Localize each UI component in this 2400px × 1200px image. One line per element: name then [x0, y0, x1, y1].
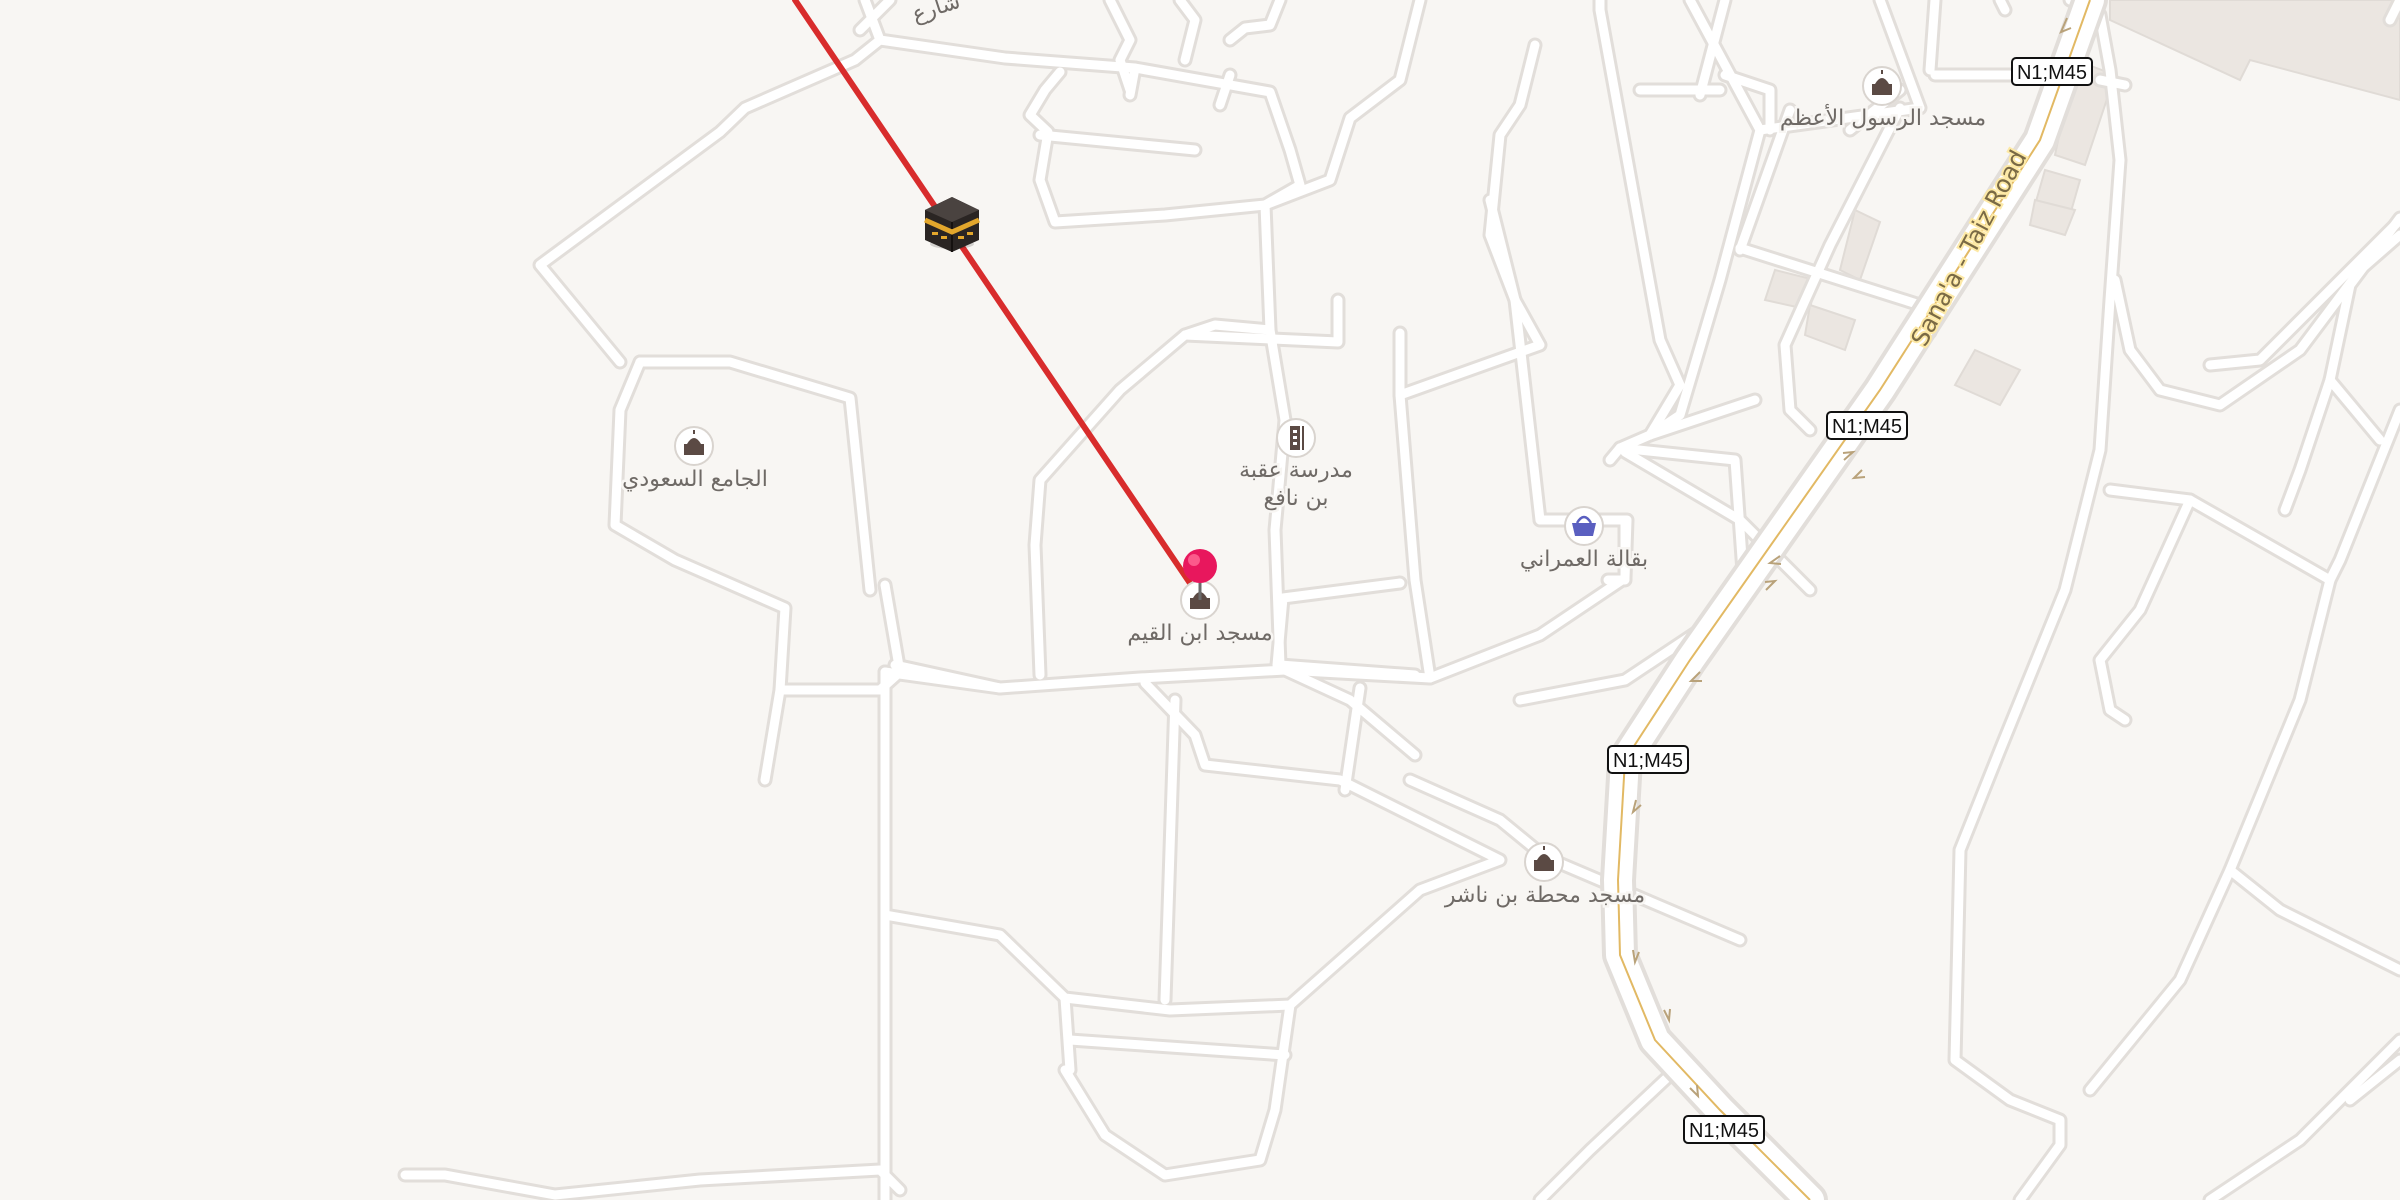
road-shield-1: N1;M45	[2011, 57, 2093, 86]
poi-label: مسجد الرسول الأعظم	[1780, 104, 1986, 131]
road-shield-2: N1;M45	[1826, 411, 1908, 440]
poi-label: مسجد محطة بن ناشر	[1444, 883, 1645, 908]
poi-label-line-1: مدرسة عقبة	[1239, 458, 1353, 483]
road-shield-text: N1;M45	[1613, 750, 1683, 772]
map-svg[interactable]: Sana'a - Taiz Road N1;M45 N1;M45 N1;M45 …	[0, 0, 2400, 1200]
poi-label: مسجد ابن القيم	[1127, 621, 1272, 646]
road-shield-text: N1;M45	[2017, 62, 2087, 84]
road-shield-4: N1;M45	[1683, 1115, 1765, 1144]
map-canvas[interactable]: Sana'a - Taiz Road N1;M45 N1;M45 N1;M45 …	[0, 0, 2400, 1200]
road-shield-3: N1;M45	[1607, 745, 1689, 774]
poi-label-line-2: بن نافع	[1264, 486, 1329, 511]
road-shield-text: N1;M45	[1689, 1120, 1759, 1142]
road-shield-text: N1;M45	[1832, 416, 1902, 438]
poi-label: الجامع السعودي	[622, 467, 768, 492]
poi-label: بقالة العمراني	[1520, 547, 1648, 572]
